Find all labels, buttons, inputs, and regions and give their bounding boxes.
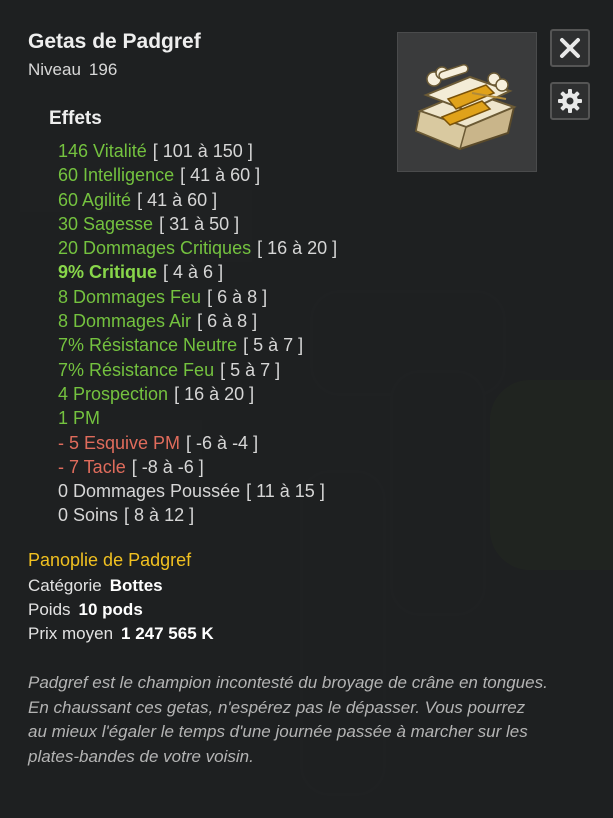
price-value: 1 247 565 K — [121, 624, 214, 643]
close-icon — [560, 38, 580, 58]
effect-row: - 5 Esquive PM[ -6 à -4 ] — [58, 431, 337, 455]
effect-range: [ 16 à 20 ] — [257, 238, 338, 259]
settings-button[interactable] — [550, 82, 590, 120]
effect-range: [ 4 à 6 ] — [163, 262, 224, 283]
effect-range: [ 6 à 8 ] — [197, 311, 258, 332]
effect-range: [ 11 à 15 ] — [246, 481, 325, 502]
effect-range: [ 41 à 60 ] — [180, 165, 261, 186]
bone-wrapped-boots-icon — [414, 64, 517, 151]
weight-label: Poids — [28, 600, 71, 619]
effect-row: 1 PM — [58, 406, 337, 430]
level-value: 196 — [88, 60, 118, 79]
effect-row: 0 Dommages Poussée[ 11 à 15 ] — [58, 479, 337, 503]
effect-row: 9% Critique[ 4 à 6 ] — [58, 260, 337, 284]
effect-text: 7% Résistance Neutre — [58, 335, 238, 356]
level-label: Niveau — [28, 60, 81, 79]
effect-text: 0 Soins — [58, 505, 119, 526]
effect-text: 20 Dommages Critiques — [58, 238, 252, 259]
effect-text: 30 Sagesse — [58, 213, 154, 234]
effect-text: 60 Intelligence — [58, 165, 175, 186]
item-name: Getas de Padgref — [28, 30, 201, 53]
effect-range: [ 31 à 50 ] — [159, 213, 240, 234]
effect-text: 9% Critique — [58, 262, 158, 283]
price-label: Prix moyen — [28, 624, 114, 643]
effect-range: [ 101 à 150 ] — [152, 141, 253, 161]
item-category: Catégorie Bottes — [28, 576, 163, 596]
item-image-frame — [397, 32, 537, 172]
effect-range: [ -6 à -4 ] — [186, 432, 259, 453]
effect-range: [ -8 à -6 ] — [131, 456, 204, 477]
item-weight: Poids 10 pods — [28, 600, 143, 620]
item-description: Padgref est le champion incontesté du br… — [28, 673, 548, 766]
effect-text: 0 Dommages Poussée — [58, 481, 241, 502]
item-tooltip-panel: Getas de Padgref Niveau 196 Effets 146 V… — [0, 0, 613, 818]
effect-row: 20 Dommages Critiques[ 16 à 20 ] — [58, 236, 337, 260]
effect-row: 60 Agilité[ 41 à 60 ] — [58, 188, 337, 212]
effect-range: [ 6 à 8 ] — [207, 286, 268, 307]
effect-text: 8 Dommages Feu — [58, 286, 202, 307]
effect-row: - 7 Tacle[ -8 à -6 ] — [58, 455, 337, 479]
effect-text: 8 Dommages Air — [58, 311, 192, 332]
effect-row: 30 Sagesse[ 31 à 50 ] — [58, 212, 337, 236]
weight-value: 10 pods — [78, 600, 143, 619]
close-button[interactable] — [550, 29, 590, 67]
effect-text: 146 Vitalité — [58, 141, 147, 161]
item-set-link[interactable]: Panoplie de Padgref — [28, 550, 191, 571]
effect-range: [ 8 à 12 ] — [124, 505, 195, 526]
effect-range: [ 5 à 7 ] — [243, 335, 304, 356]
item-price: Prix moyen 1 247 565 K — [28, 624, 214, 644]
category-value: Bottes — [109, 576, 163, 595]
effect-row: 4 Prospection[ 16 à 20 ] — [58, 382, 337, 406]
effect-text: - 5 Esquive PM — [58, 432, 181, 453]
effect-text: 60 Agilité — [58, 189, 132, 210]
category-label: Catégorie — [28, 576, 102, 595]
effect-text: 7% Résistance Feu — [58, 359, 215, 380]
effect-row: 8 Dommages Feu[ 6 à 8 ] — [58, 285, 337, 309]
effect-text: - 7 Tacle — [58, 456, 126, 477]
effect-row: 60 Intelligence[ 41 à 60 ] — [58, 163, 337, 187]
effect-row: 0 Soins[ 8 à 12 ] — [58, 503, 337, 527]
effect-row: 7% Résistance Neutre[ 5 à 7 ] — [58, 333, 337, 357]
effect-row: 146 Vitalité[ 101 à 150 ] — [58, 139, 337, 163]
effect-text: 1 PM — [58, 408, 101, 429]
effect-range: [ 41 à 60 ] — [137, 189, 218, 210]
effect-row: 8 Dommages Air[ 6 à 8 ] — [58, 309, 337, 333]
effect-row: 7% Résistance Feu[ 5 à 7 ] — [58, 358, 337, 382]
effect-range: [ 16 à 20 ] — [174, 383, 255, 404]
gear-icon — [558, 89, 582, 113]
effect-range: [ 5 à 7 ] — [220, 359, 281, 380]
effects-title: Effets — [49, 108, 102, 129]
effect-text: 4 Prospection — [58, 383, 169, 404]
effects-list: 146 Vitalité[ 101 à 150 ] 60 Intelligenc… — [58, 139, 337, 528]
item-level: Niveau 196 — [28, 60, 117, 80]
